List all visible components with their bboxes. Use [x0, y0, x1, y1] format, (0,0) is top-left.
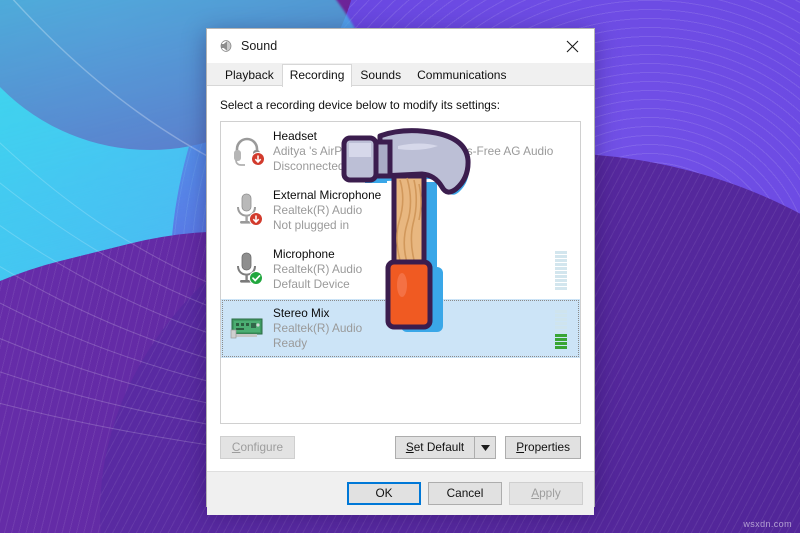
device-name: Microphone	[273, 247, 335, 261]
chevron-down-icon[interactable]	[474, 436, 497, 459]
device-name: External Microphone	[273, 188, 382, 202]
device-info: Stereo Mix Realtek(R) Audio Ready	[273, 306, 551, 351]
volume-meter	[555, 309, 567, 349]
configure-button[interactable]: Configure	[220, 436, 295, 459]
dialog-titlebar: Sound	[207, 29, 594, 63]
device-info: Headset Aditya 's AirPods Pro - Find My …	[273, 129, 573, 174]
sound-dialog: Sound Playback Recording Sounds Communic…	[206, 28, 595, 515]
set-default-button[interactable]: Set Default	[394, 436, 475, 459]
apply-button-label: Apply	[531, 485, 561, 500]
sound-card-icon	[229, 308, 267, 346]
headset-icon	[229, 131, 267, 169]
ok-button-label: OK	[375, 485, 393, 500]
set-default-button-label: Set Default	[405, 439, 465, 454]
microphone-icon	[229, 249, 267, 287]
tab-strip: Playback Recording Sounds Communications	[207, 63, 594, 87]
device-name: Stereo Mix	[273, 306, 330, 320]
recording-tab-panel: Select a recording device below to modif…	[207, 86, 594, 471]
ok-button[interactable]: OK	[347, 482, 421, 505]
properties-button[interactable]: Properties	[505, 436, 581, 459]
device-status: Ready	[273, 336, 308, 350]
list-item[interactable]: Microphone Realtek(R) Audio Default Devi…	[221, 240, 580, 299]
watermark: wsxdn.com	[743, 519, 792, 529]
action-button-row: Configure Set Default Properties	[220, 424, 581, 471]
tab-sounds[interactable]: Sounds	[352, 64, 409, 86]
set-default-split-button[interactable]: Set Default	[394, 436, 497, 459]
device-description: Realtek(R) Audio	[273, 203, 363, 217]
dialog-footer: OK Cancel Apply	[207, 471, 594, 515]
dialog-title: Sound	[241, 39, 278, 53]
device-info: External Microphone Realtek(R) Audio Not…	[273, 188, 573, 233]
list-item-stereo-mix[interactable]: Stereo Mix Realtek(R) Audio Ready	[221, 299, 580, 358]
tab-recording[interactable]: Recording	[281, 64, 353, 87]
device-name: Headset	[273, 129, 317, 143]
device-status: Not plugged in	[273, 218, 350, 232]
list-item[interactable]: External Microphone Realtek(R) Audio Not…	[221, 181, 580, 240]
device-description: Aditya 's AirPods Pro - Find My Hands-Fr…	[273, 144, 554, 158]
device-status: Default Device	[273, 277, 350, 291]
list-item[interactable]: Headset Aditya 's AirPods Pro - Find My …	[221, 122, 580, 181]
speaker-icon	[217, 38, 234, 55]
close-icon[interactable]	[550, 29, 594, 63]
device-list[interactable]: Headset Aditya 's AirPods Pro - Find My …	[220, 121, 581, 424]
device-description: Realtek(R) Audio	[273, 262, 363, 276]
volume-meter	[555, 250, 567, 290]
tab-playback[interactable]: Playback	[217, 64, 282, 86]
apply-button[interactable]: Apply	[509, 482, 583, 505]
microphone-icon	[229, 190, 267, 228]
cancel-button[interactable]: Cancel	[428, 482, 502, 505]
configure-button-label: Configure	[231, 439, 284, 454]
properties-button-label: Properties	[516, 439, 570, 454]
cancel-button-label: Cancel	[446, 485, 484, 500]
instruction-text: Select a recording device below to modif…	[220, 98, 500, 112]
device-info: Microphone Realtek(R) Audio Default Devi…	[273, 247, 551, 292]
device-status: Disconnected	[273, 159, 345, 173]
device-description: Realtek(R) Audio	[273, 321, 363, 335]
tab-communications[interactable]: Communications	[409, 64, 514, 86]
